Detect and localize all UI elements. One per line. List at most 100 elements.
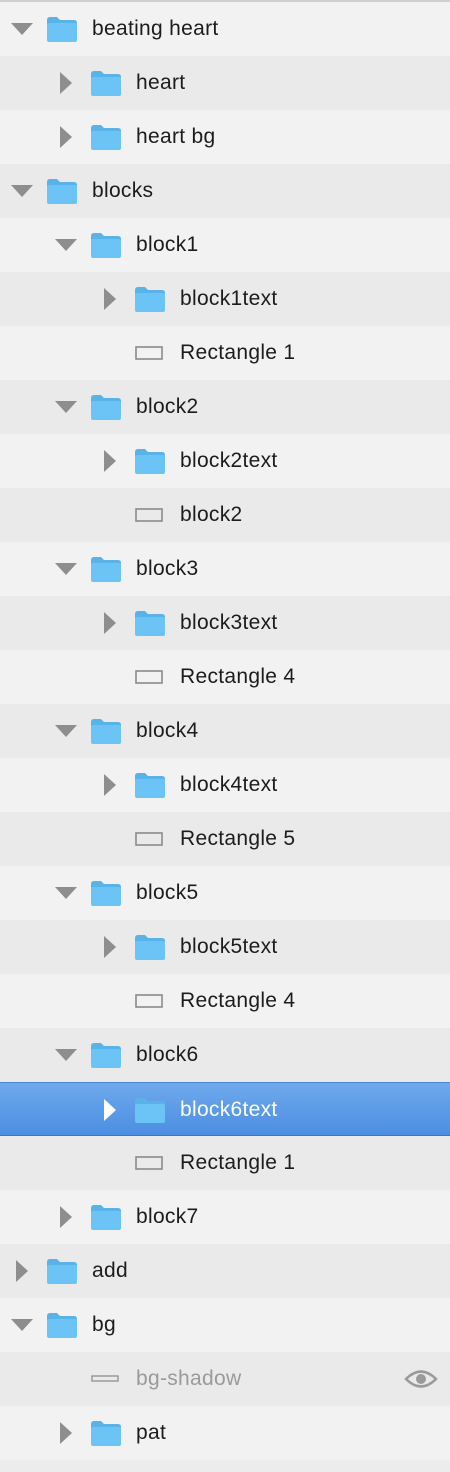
layer-name: block2 — [136, 395, 199, 418]
rectangle-shape-icon — [134, 662, 166, 692]
layer-row[interactable]: block5text — [0, 920, 450, 974]
layer-name: Rectangle 1 — [180, 341, 296, 364]
folder-icon — [90, 1202, 122, 1232]
layer-row[interactable]: block1text — [0, 272, 450, 326]
disclosure-collapsed-icon[interactable] — [102, 287, 118, 311]
disclosure-expanded-icon[interactable] — [11, 179, 33, 203]
layer-name: block5text — [180, 935, 278, 958]
disclosure-expanded-icon[interactable] — [55, 881, 77, 905]
layer-name: pat — [136, 1421, 167, 1444]
layer-name: block1 — [136, 233, 199, 256]
layer-name: block2 — [180, 503, 243, 526]
layer-row[interactable]: blocks — [0, 164, 450, 218]
folder-icon — [90, 230, 122, 260]
folder-icon — [90, 392, 122, 422]
layer-row[interactable]: block1 — [0, 218, 450, 272]
disclosure-collapsed-icon[interactable] — [58, 1421, 74, 1445]
layer-name: block6 — [136, 1043, 199, 1066]
disclosure-expanded-icon[interactable] — [55, 233, 77, 257]
folder-icon — [90, 1040, 122, 1070]
layer-row[interactable]: Rectangle 1 — [0, 1136, 450, 1190]
line-shape-icon — [90, 1364, 122, 1394]
disclosure-expanded-icon[interactable] — [11, 17, 33, 41]
layer-row[interactable]: block3 — [0, 542, 450, 596]
disclosure-collapsed-icon[interactable] — [102, 773, 118, 797]
layer-row[interactable]: bg — [0, 1298, 450, 1352]
folder-icon — [46, 14, 78, 44]
rectangle-shape-icon — [134, 986, 166, 1016]
layer-row[interactable]: block3text — [0, 596, 450, 650]
disclosure-collapsed-icon[interactable] — [58, 71, 74, 95]
layer-name: heart — [136, 71, 186, 94]
disclosure-collapsed-icon[interactable] — [102, 935, 118, 959]
layer-row[interactable]: Rectangle 1 — [0, 326, 450, 380]
folder-icon — [134, 770, 166, 800]
layer-name: Rectangle 4 — [180, 989, 296, 1012]
folder-icon — [134, 1095, 166, 1125]
folder-icon — [90, 878, 122, 908]
layer-name: block4text — [180, 773, 278, 796]
layer-row[interactable]: block4 — [0, 704, 450, 758]
layer-name: beating heart — [92, 17, 219, 40]
layer-row[interactable]: block4text — [0, 758, 450, 812]
folder-icon — [134, 932, 166, 962]
folder-icon — [90, 122, 122, 152]
disclosure-collapsed-icon[interactable] — [102, 1098, 118, 1122]
layer-name: blocks — [92, 179, 154, 202]
rectangle-shape-icon — [134, 338, 166, 368]
layer-row[interactable]: block2 — [0, 488, 450, 542]
disclosure-collapsed-icon[interactable] — [58, 1205, 74, 1229]
rectangle-shape-icon — [134, 500, 166, 530]
folder-icon — [46, 176, 78, 206]
disclosure-collapsed-icon[interactable] — [58, 125, 74, 149]
layer-name: Rectangle 1 — [180, 1151, 296, 1174]
folder-icon — [90, 554, 122, 584]
disclosure-expanded-icon[interactable] — [55, 1043, 77, 1067]
layer-row[interactable]: block2text — [0, 434, 450, 488]
folder-icon — [46, 1310, 78, 1340]
layer-row[interactable]: Rectangle 4 — [0, 650, 450, 704]
layer-name: block1text — [180, 287, 278, 310]
disclosure-expanded-icon[interactable] — [55, 719, 77, 743]
layer-name: block5 — [136, 881, 199, 904]
rectangle-shape-icon — [134, 824, 166, 854]
folder-icon — [90, 1418, 122, 1448]
layer-name: block3 — [136, 557, 199, 580]
layer-row[interactable]: heart — [0, 56, 450, 110]
layer-row[interactable]: block2 — [0, 380, 450, 434]
layer-row[interactable]: block7 — [0, 1190, 450, 1244]
disclosure-collapsed-icon[interactable] — [102, 611, 118, 635]
rectangle-shape-icon — [134, 1148, 166, 1178]
layer-row[interactable]: pat — [0, 1406, 450, 1460]
layers-tree: beating heart heart heart bg blocks block1 bl… — [0, 0, 450, 1460]
layer-row[interactable]: beating heart — [0, 2, 450, 56]
layer-name: Rectangle 4 — [180, 665, 296, 688]
layer-name: block4 — [136, 719, 199, 742]
layer-name: block3text — [180, 611, 278, 634]
layer-row[interactable]: bg-shadow — [0, 1352, 450, 1406]
layer-row[interactable]: block5 — [0, 866, 450, 920]
layer-row[interactable]: Rectangle 4 — [0, 974, 450, 1028]
layer-name: block6text — [180, 1098, 278, 1121]
layer-row[interactable]: block6 — [0, 1028, 450, 1082]
folder-icon — [90, 716, 122, 746]
layer-row[interactable]: add — [0, 1244, 450, 1298]
disclosure-collapsed-icon[interactable] — [102, 449, 118, 473]
layer-row[interactable]: block6text — [0, 1082, 450, 1136]
eye-icon[interactable] — [404, 1366, 438, 1392]
layer-name: add — [92, 1259, 128, 1282]
disclosure-collapsed-icon[interactable] — [14, 1259, 30, 1283]
layer-name: block7 — [136, 1205, 199, 1228]
layer-name: bg — [92, 1313, 116, 1336]
disclosure-expanded-icon[interactable] — [11, 1313, 33, 1337]
folder-icon — [134, 446, 166, 476]
folder-icon — [134, 284, 166, 314]
folder-icon — [46, 1256, 78, 1286]
layer-name: Rectangle 5 — [180, 827, 296, 850]
layer-name: block2text — [180, 449, 278, 472]
layer-row[interactable]: Rectangle 5 — [0, 812, 450, 866]
disclosure-expanded-icon[interactable] — [55, 557, 77, 581]
layer-name: heart bg — [136, 125, 216, 148]
disclosure-expanded-icon[interactable] — [55, 395, 77, 419]
layer-row[interactable]: heart bg — [0, 110, 450, 164]
